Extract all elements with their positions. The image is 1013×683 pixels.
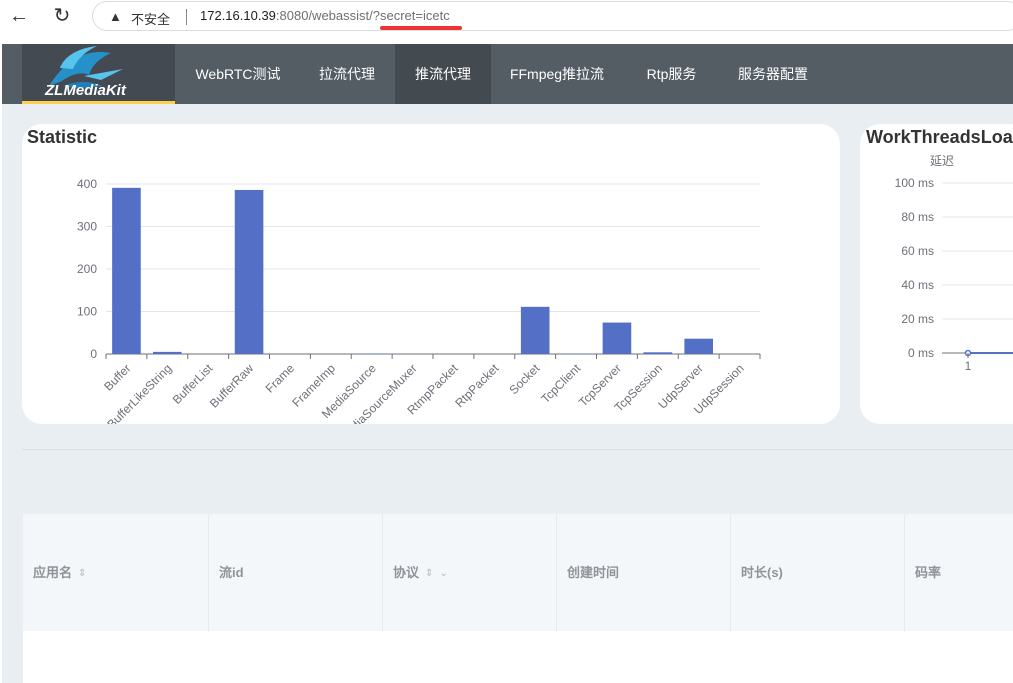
y-tick-label: 0: [90, 347, 97, 361]
column-bitrate-label: 码率: [915, 565, 942, 580]
bar: [234, 189, 264, 354]
bar: [520, 306, 550, 354]
column-app-name-label: 应用名: [33, 565, 73, 580]
statistic-chart: 0100200300400BufferBufferLikeStringBuffe…: [77, 177, 761, 424]
table-header: 应用名 ⇕ 流id 协议 ⇕ ⌄ 创建时间 时长(s) 码率: [23, 514, 1013, 631]
bar: [602, 322, 632, 354]
column-protocol[interactable]: 协议 ⇕ ⌄: [383, 514, 557, 631]
menu-ffmpeg[interactable]: FFmpeg推拉流: [491, 44, 623, 104]
y-tick-label: 0 ms: [908, 346, 934, 360]
warning-icon[interactable]: ▲: [109, 9, 122, 24]
y-tick-label: 20 ms: [901, 312, 934, 326]
main-content: Statistic 0 100 200 300 400 Buffer BufferLikeS…: [2, 104, 1013, 683]
x-tick-label: 1: [965, 359, 972, 373]
query-highlight-underline: [380, 26, 462, 30]
logo-text: ZLMediaKit: [45, 82, 126, 99]
column-protocol-label: 协议: [393, 565, 420, 580]
workthreads-chart: 延迟 0 ms 20 ms 40 ms 60 ms 80 ms 100 ms 1: [895, 154, 1013, 373]
column-stream-id-label: 流id: [219, 565, 244, 580]
sort-icon[interactable]: ⇕: [425, 515, 433, 632]
menu-server-config[interactable]: 服务器配置: [720, 44, 826, 104]
back-arrow-icon[interactable]: ←: [6, 5, 32, 27]
y-tick-label: 300: [77, 220, 97, 234]
stream-table: 应用名 ⇕ 流id 协议 ⇕ ⌄ 创建时间 时长(s) 码率: [23, 514, 1013, 683]
x-tick-label: Frame: [263, 361, 298, 396]
bar: [643, 352, 673, 354]
menu-pull-proxy[interactable]: 拉流代理: [299, 44, 395, 104]
column-stream-id: 流id: [209, 514, 383, 631]
menu-webrtc[interactable]: WebRTC测试: [177, 44, 299, 104]
browser-toolbar: ← ↻ ▲ 不安全 172.16.10.39:8080/webassist/?s…: [0, 0, 1013, 36]
url-text[interactable]: 172.16.10.39:8080/webassist/?secret=icet…: [200, 8, 450, 23]
y-tick-label: 200: [77, 262, 97, 276]
url-host: 172.16.10.39: [200, 8, 276, 23]
x-tick-label: RtpPacket: [452, 361, 502, 411]
column-bitrate: 码率: [905, 514, 1013, 631]
y-tick-label: 40 ms: [901, 278, 934, 292]
statistic-card: Statistic 0 100 200 300 400 Buffer BufferLikeS…: [22, 124, 840, 424]
bar: [112, 187, 141, 354]
menu-rtp-service[interactable]: Rtp服务: [623, 44, 720, 104]
top-navigation: ZLMediaKit WebRTC测试 拉流代理 推流代理 FFmpeg推拉流 …: [2, 44, 1013, 104]
menu-push-proxy[interactable]: 推流代理: [395, 44, 491, 104]
y-tick-label: 400: [77, 177, 97, 191]
url-path: :8080/webassist/: [275, 8, 373, 23]
x-tick-label: Buffer: [101, 361, 133, 393]
chevron-down-icon[interactable]: ⌄: [439, 515, 447, 632]
column-created-time-label: 创建时间: [567, 565, 620, 580]
y-tick-label: 100 ms: [895, 176, 934, 190]
column-created-time: 创建时间: [557, 514, 731, 631]
column-duration: 时长(s): [731, 514, 905, 631]
x-tick-label: BufferRaw: [207, 361, 257, 411]
column-duration-label: 时长(s): [741, 565, 783, 580]
workthreads-card: WorkThreadsLoad 延迟 0 ms 20 ms 40 ms 60 ms 80 …: [860, 124, 1013, 424]
reload-icon[interactable]: ↻: [49, 5, 75, 27]
legend-label: 延迟: [930, 154, 954, 168]
section-divider: [22, 449, 1013, 450]
column-app-name[interactable]: 应用名 ⇕: [23, 514, 209, 631]
sort-icon[interactable]: ⇕: [78, 515, 86, 632]
address-separator: [186, 9, 187, 25]
address-bar[interactable]: ▲ 不安全 172.16.10.39:8080/webassist/?secre…: [92, 1, 1013, 31]
y-tick-label: 100: [77, 305, 97, 319]
url-query: ?secret=icetc: [372, 8, 450, 23]
y-tick-label: 80 ms: [901, 210, 934, 224]
x-tick-label: Socket: [506, 361, 542, 397]
bar: [684, 338, 713, 354]
y-tick-label: 60 ms: [901, 244, 934, 258]
bar: [153, 351, 182, 354]
zlmediakit-logo[interactable]: ZLMediaKit: [22, 44, 175, 104]
insecure-label[interactable]: 不安全: [131, 9, 170, 28]
